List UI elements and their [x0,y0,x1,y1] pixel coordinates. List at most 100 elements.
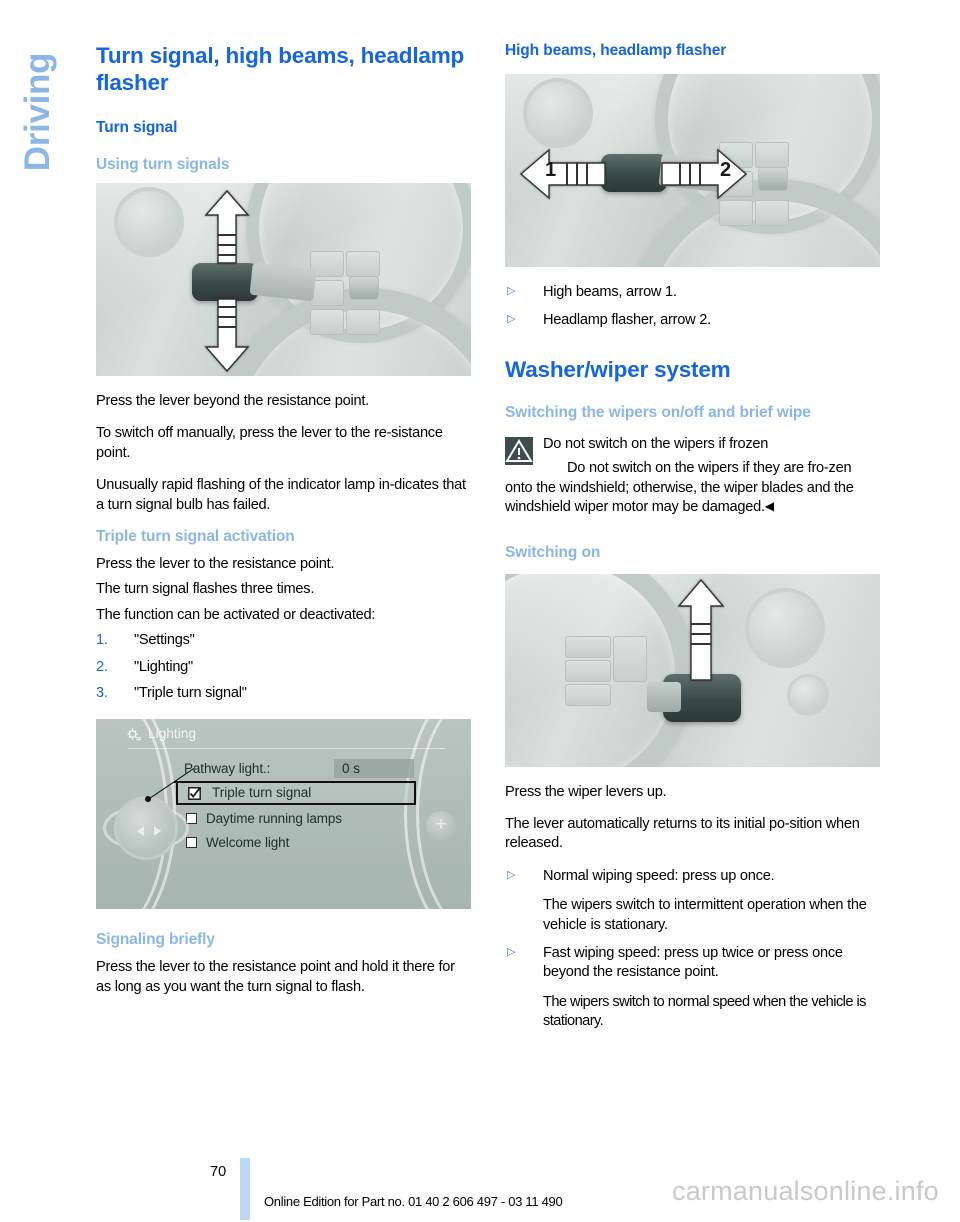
arrow-down-icon [204,298,250,372]
step-number: 3. [96,684,108,701]
wheel-button-3 [565,683,611,706]
page-number-bar [240,1158,250,1220]
subheading-switching-on: Switching on [505,543,601,561]
warning-triangle-glyph [505,439,533,462]
wheel-thumbwheel [758,167,788,191]
idrive-row-label: Pathway light.: [184,761,271,777]
triangle-bullet-icon: ▷ [507,285,516,297]
chapter-tab-label: Driving [18,52,57,172]
subheading-using-turn-signals: Using turn signals [96,155,230,173]
instrument-gauge [523,78,593,148]
manual-page: Driving Turn signal, high beams, headlam… [0,0,960,1222]
step-label: "Settings" [134,632,195,649]
wheel-button-3 [310,279,344,306]
bullet-subtext-normal-speed: The wipers switch to intermittent operat… [543,897,867,933]
stalk-arm [647,681,681,712]
site-watermark: carmanualsonline.info [672,1176,939,1206]
step-number: 2. [96,658,108,675]
warning-headline: Do not switch on the wipers if frozen [543,435,769,452]
section-heading-high-beams: High beams, headlamp flasher [505,42,727,59]
arrow-right-icon [661,148,748,200]
arrow-up-icon [204,189,250,264]
warning-triangle-icon [505,436,533,465]
idrive-controller-knob[interactable] [114,796,178,861]
right-column: High beams, headlamp flasher 1 2 ▷ High … [505,42,880,1041]
idrive-pathway-light-value[interactable]: 0 s [334,759,414,779]
list-item: ▷ Normal wiping speed: press up once. [505,867,880,886]
paragraph-lever-returns: The lever automatically returns to its i… [505,815,860,852]
bullet-subtext-fast-speed: The wipers switch to normal speed when t… [543,993,866,1030]
step-label: "Lighting" [134,658,193,675]
figure-wiper-lever [505,573,880,767]
wheel-button-2 [346,250,380,277]
paragraph-press-lever-beyond: Press the lever beyond the resistance po… [96,392,369,409]
subheading-switching-wipers: Switching the wipers on/off and brief wi… [505,403,811,421]
bullet-list-fast-speed: ▷ Fast wiping speed: press up twice or p… [505,944,880,983]
checkbox-checked-icon [188,787,201,801]
section-heading-washer-wiper: Washer/wiper system [505,356,731,382]
subheading-signaling-briefly: Signaling briefly [96,931,215,949]
paragraph-rapid-flashing: Unusually rapid flashing of the indicato… [96,477,466,513]
checkbox-checked[interactable] [188,787,201,805]
figure-label-2: 2 [720,159,732,181]
figure-idrive-lighting-menu: Lighting Pathway light.: 0 s Triple turn… [96,719,471,910]
left-column: Turn signal, high beams, headlamp flashe… [96,42,471,1010]
wheel-button-2 [755,142,789,168]
page-number: 70 [210,1164,227,1180]
paragraph-flashes-three-times: The turn signal flashes three times. [96,581,315,598]
step-label: "Triple turn signal" [134,684,247,701]
triangle-bullet-icon: ▷ [507,868,516,881]
bullet-list-wiper-speeds: ▷ Normal wiping speed: press up once. [505,867,880,886]
idrive-title-divider [128,748,445,750]
idrive-row-label: Daytime running lamps [206,811,342,827]
gear-icon [127,728,142,741]
list-item: ▷ High beams, arrow 1. [505,283,880,302]
bullet-text: Fast wiping speed: press up twice or pre… [543,945,843,981]
figure-label-1: 1 [545,159,557,181]
list-item: 3. "Triple turn signal" [96,684,471,703]
triangle-bullet-icon: ▷ [507,313,516,326]
chapter-side-tab: Driving [0,20,90,250]
bullet-text: Headlamp flasher, arrow 2. [543,312,711,329]
wheel-button-2 [565,659,611,682]
idrive-row-welcome-light[interactable]: Welcome light [186,835,289,850]
idrive-row-pathway-light[interactable]: Pathway light.: [184,761,270,776]
wheel-button-4 [310,308,344,335]
instrument-gauge [114,186,184,257]
wheel-button-4 [719,200,753,226]
idrive-row-daytime-running-lamps[interactable]: Daytime running lamps [186,811,342,826]
paragraph-switch-off-manually: To switch off manually, press the lever … [96,425,443,461]
wheel-button-1 [565,635,611,658]
paragraph-signaling-briefly: Press the lever to the resistance point … [96,959,455,995]
wheel-thumbwheel [349,275,379,300]
paragraph-press-wiper-levers: Press the wiper levers up. [505,783,667,800]
list-item: 2. "Lighting" [96,658,471,677]
start-stop-button[interactable] [787,673,829,716]
wheel-button-5 [755,200,789,226]
bullet-text: Normal wiping speed: press up once. [543,867,775,884]
bullet-list-high-beams: ▷ High beams, arrow 1. ▷ Headlamp flashe… [505,283,880,331]
warning-block: Do not switch on the wipers if frozen Do… [505,435,880,518]
list-item: ▷ Fast wiping speed: press up twice or p… [505,944,880,983]
stalk-arm [249,262,317,302]
idrive-row-label: Triple turn signal [212,785,312,801]
wheel-button-5 [346,308,380,335]
edition-notice: Online Edition for Part no. 01 40 2 606 … [264,1194,563,1209]
figure-turn-signal-lever [96,182,471,376]
triangle-bullet-icon: ▷ [507,946,516,959]
list-item: 1. "Settings" [96,631,471,650]
paragraph-function-activated: The function can be activated or deactiv… [96,606,376,623]
bullet-text: High beams, arrow 1. [543,284,677,300]
high-beam-stalk [601,154,667,192]
figure-high-beams-lever: 1 2 [505,74,880,267]
numbered-steps-list: 1. "Settings" 2. "Lighting" 3. "Triple t… [96,631,471,703]
warning-body: Do not switch on the wipers if they are … [505,459,880,517]
page-title: Turn signal, high beams, headlamp flashe… [96,43,465,96]
instrument-gauge [745,587,825,668]
checkbox-unchecked[interactable] [186,837,197,849]
idrive-row-triple-turn-signal[interactable]: Triple turn signal [176,781,416,806]
arrow-up-icon [677,578,725,681]
controller-arrows-icon [137,826,161,837]
turn-signal-stalk [192,262,258,301]
paragraph-press-to-resistance: Press the lever to the resistance point. [96,555,335,572]
